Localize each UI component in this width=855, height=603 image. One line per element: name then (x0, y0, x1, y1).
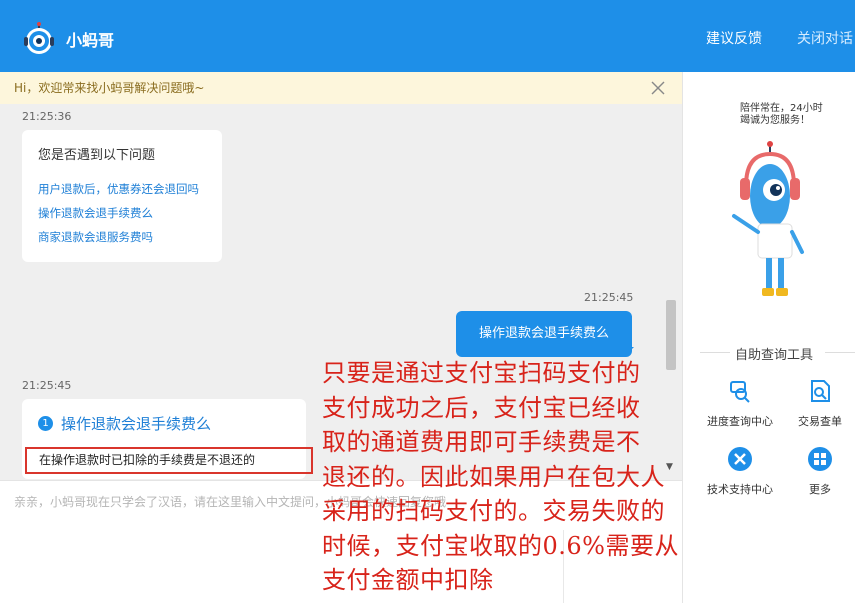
feedback-button[interactable]: 建议反馈 (706, 28, 762, 48)
answer-title: 操作退款会退手续费么 (61, 415, 212, 433)
annotation-line: 退还的。因此如果用户在包大人 (322, 462, 665, 491)
tools-title: 自助查询工具 (735, 348, 814, 363)
close-chat-button[interactable]: 关闭对话 (797, 28, 853, 48)
tagline-line-1: 陪伴常在，24小时 (740, 103, 823, 114)
mascot-illustration-icon (732, 141, 804, 296)
sidebar-tagline: 陪伴常在，24小时 竭诚为您服务！ (740, 103, 823, 127)
annotation-line: 只要是通过支付宝扫码支付的 (322, 359, 641, 387)
annotation-line: 支付金额中扣除 (322, 566, 494, 594)
tagline-line-2: 竭诚为您服务！ (740, 115, 810, 126)
suggestion-link[interactable]: 商家退款会退服务费吗 (38, 225, 206, 249)
tool-label: 进度查询中心 (707, 415, 773, 428)
suggestion-link[interactable]: 操作退款会退手续费么 (38, 201, 206, 225)
tool-tech-support[interactable]: 技术支持中心 (700, 446, 780, 497)
message-timestamp: 21:25:36 (22, 110, 72, 123)
close-icon[interactable] (650, 80, 666, 96)
welcome-notice: Hi，欢迎常来找小蚂哥解决问题哦~ (0, 72, 682, 104)
red-annotation-text: 只要是通过支付宝扫码支付的 支付成功之后，支付宝已经收 取的通道费用即可手续费是… (322, 356, 707, 598)
divider (825, 352, 855, 353)
tool-progress-query[interactable]: 进度查询中心 (700, 378, 780, 429)
suggestion-question: 您是否遇到以下问题 (38, 148, 156, 163)
tool-label: 技术支持中心 (707, 483, 773, 496)
message-timestamp: 21:25:45 (584, 291, 634, 304)
divider (700, 352, 730, 353)
tech-support-icon (728, 447, 752, 471)
progress-search-icon (730, 381, 750, 403)
answer-text-highlighted: 在操作退款时已扣除的手续费是不退还的 (25, 447, 313, 474)
top-bar: 小蚂哥 建议反馈 关闭对话 (0, 0, 855, 72)
answer-number-badge: 1 (38, 416, 53, 431)
app-title: 小蚂哥 (66, 31, 115, 50)
more-grid-icon (808, 447, 832, 471)
suggestion-link[interactable]: 用户退款后，优惠券还会退回吗 (38, 177, 206, 201)
tool-label: 更多 (809, 483, 831, 496)
tool-transaction-query[interactable]: 交易查单 (785, 378, 855, 429)
user-message: 操作退款会退手续费么 (456, 311, 632, 357)
annotation-line: 支付成功之后，支付宝已经收 (322, 393, 641, 422)
mascot-logo-icon (24, 22, 54, 54)
welcome-notice-text: Hi，欢迎常来找小蚂哥解决问题哦~ (14, 81, 205, 95)
tool-more[interactable]: 更多 (785, 446, 855, 497)
annotation-line: 时候，支付宝收取的0.6%需要从 (322, 531, 679, 560)
transaction-query-icon (811, 380, 830, 402)
tool-label: 交易查单 (798, 415, 842, 428)
bot-message-suggestions: 您是否遇到以下问题 用户退款后，优惠券还会退回吗 操作退款会退手续费么 商家退款… (22, 130, 222, 262)
annotation-line: 采用的扫码支付的。交易失败的 (322, 497, 665, 525)
annotation-line: 取的通道费用即可手续费是不 (322, 428, 641, 456)
message-timestamp: 21:25:45 (22, 379, 72, 392)
